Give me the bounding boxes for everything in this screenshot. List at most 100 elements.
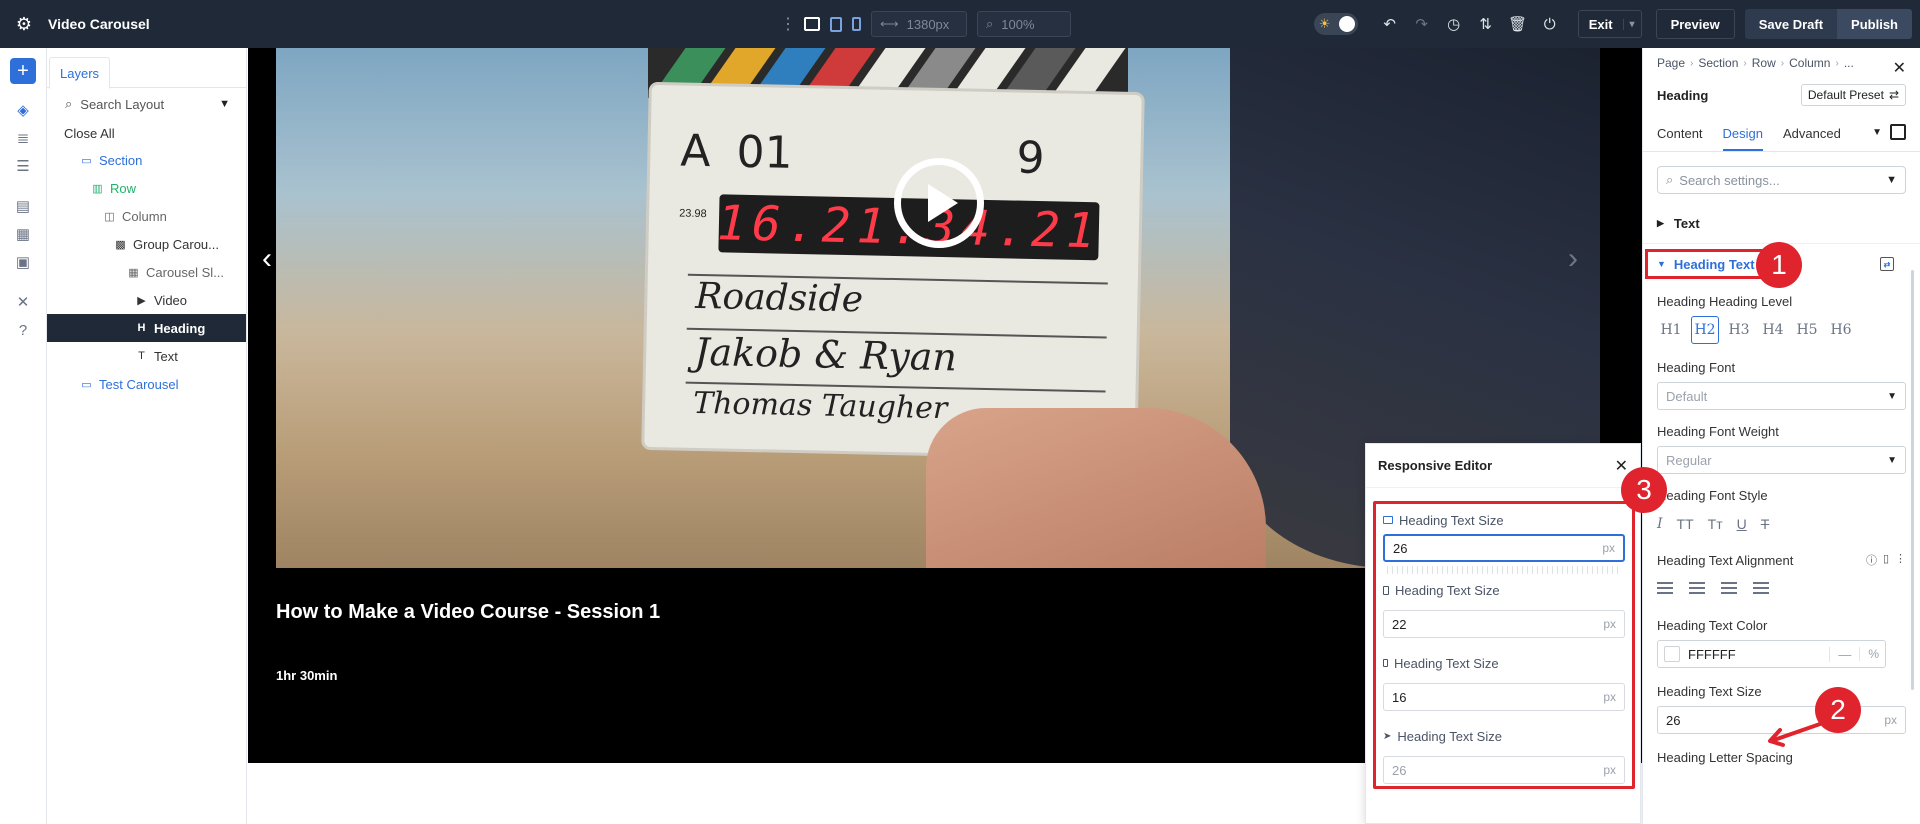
publish-button[interactable]: Publish bbox=[1837, 9, 1912, 39]
add-plus-icon[interactable]: + bbox=[10, 58, 36, 84]
heading-level-h1[interactable]: H1 bbox=[1657, 316, 1685, 344]
canvas-width-field[interactable]: ⟷ 1380px bbox=[871, 11, 967, 37]
carousel-next-icon[interactable]: › bbox=[1568, 242, 1578, 276]
annotation-badge-1: 1 bbox=[1756, 242, 1802, 288]
close-all-link[interactable]: Close All bbox=[47, 120, 246, 146]
tabs-more-icon[interactable]: ▼ bbox=[1872, 127, 1882, 138]
tab-layers[interactable]: Layers bbox=[49, 57, 111, 89]
heading-font-label: Heading Font bbox=[1657, 360, 1736, 375]
redo-icon[interactable]: ↷ bbox=[1406, 15, 1438, 33]
filter-icon[interactable]: ▼ bbox=[1886, 174, 1897, 186]
theme-builder-icon[interactable]: ▦ bbox=[10, 220, 36, 248]
tab-design[interactable]: Design bbox=[1722, 126, 1764, 151]
heading-level-h4[interactable]: H4 bbox=[1759, 316, 1787, 344]
responsive-icon[interactable]: ▯ bbox=[1883, 552, 1889, 568]
phone-size-input[interactable]: 16 px bbox=[1383, 683, 1625, 711]
settings-search-input[interactable]: Search settings... bbox=[1679, 173, 1779, 188]
help-icon[interactable]: ? bbox=[10, 316, 36, 344]
layer-text[interactable]: T Text bbox=[47, 342, 246, 370]
undo-icon[interactable]: ↶ bbox=[1374, 15, 1406, 33]
tablet-size-input[interactable]: 22 px bbox=[1383, 610, 1625, 638]
tab-advanced[interactable]: Advanced bbox=[1783, 126, 1841, 151]
color-swatch[interactable] bbox=[1664, 646, 1680, 662]
sort-icon[interactable]: ⇅ bbox=[1470, 15, 1502, 33]
align-justify-icon[interactable] bbox=[1753, 582, 1769, 594]
row-icon: ▥ bbox=[92, 182, 103, 195]
settings-search[interactable]: ⌕ Search settings... ▼ bbox=[1657, 166, 1906, 194]
close-icon[interactable]: ✕ bbox=[1615, 456, 1628, 476]
play-icon[interactable] bbox=[894, 158, 984, 248]
power-icon[interactable]: ⏻ bbox=[1534, 16, 1566, 33]
info-icon[interactable]: ⓘ bbox=[1866, 552, 1877, 568]
layer-column[interactable]: ◫ Column bbox=[47, 202, 246, 230]
structure-icon[interactable]: ☰ bbox=[10, 152, 36, 180]
breadcrumb-page[interactable]: Page bbox=[1657, 56, 1685, 70]
layer-row[interactable]: ▥ Row bbox=[47, 174, 246, 202]
settings-gear-icon[interactable]: ⚙ bbox=[0, 0, 48, 48]
heading-level-h5[interactable]: H5 bbox=[1793, 316, 1821, 344]
chevron-down-icon: ▼ bbox=[1887, 390, 1897, 402]
heading-level-h3[interactable]: H3 bbox=[1725, 316, 1753, 344]
align-center-icon[interactable] bbox=[1689, 582, 1705, 594]
exit-dropdown-icon[interactable]: ▾ bbox=[1622, 18, 1641, 30]
tools-icon[interactable]: ✕ bbox=[10, 288, 36, 316]
preview-button[interactable]: Preview bbox=[1655, 9, 1735, 39]
filter-icon[interactable]: ▼ bbox=[219, 98, 230, 110]
desktop-size-input[interactable]: 26 px bbox=[1383, 534, 1625, 562]
layer-test-carousel[interactable]: ▭ Test Carousel bbox=[47, 370, 246, 398]
more-options-icon[interactable]: ⋮ bbox=[1895, 552, 1906, 568]
hover-size-input[interactable]: 26 px bbox=[1383, 756, 1625, 784]
group-options-icon[interactable]: ⇄ bbox=[1880, 257, 1894, 271]
drag-handle-icon[interactable]: ⋮ bbox=[780, 14, 796, 34]
size-slider[interactable] bbox=[1387, 566, 1621, 574]
square-icon[interactable] bbox=[1890, 124, 1906, 140]
heading-font-select[interactable]: Default ▼ bbox=[1657, 382, 1906, 410]
zoom-field[interactable]: ⌕ 100% bbox=[977, 11, 1071, 37]
heading-font-weight-select[interactable]: Regular ▼ bbox=[1657, 446, 1906, 474]
slide-text[interactable]: 1hr 30min bbox=[276, 668, 337, 683]
breadcrumb-section[interactable]: Section bbox=[1698, 56, 1738, 70]
layer-section[interactable]: ▭ Section bbox=[47, 146, 246, 174]
database-icon[interactable]: ≣ bbox=[10, 124, 36, 152]
save-draft-button[interactable]: Save Draft bbox=[1744, 9, 1838, 39]
heading-text-color-field[interactable]: FFFFFF — % bbox=[1657, 640, 1886, 668]
heading-level-h6[interactable]: H6 bbox=[1827, 316, 1855, 344]
width-arrows-icon: ⟷ bbox=[880, 16, 899, 31]
layer-heading[interactable]: H Heading bbox=[47, 314, 246, 342]
page-settings-icon[interactable]: ▤ bbox=[10, 192, 36, 220]
library-icon[interactable]: ▣ bbox=[10, 248, 36, 276]
layer-group-carousel[interactable]: ▩ Group Carou... bbox=[47, 230, 246, 258]
viewport-controls: ⋮ ⟷ 1380px ⌕ 100% bbox=[780, 0, 1071, 48]
breadcrumb-column[interactable]: Column bbox=[1789, 56, 1830, 70]
layers-search-input[interactable]: Search Layout bbox=[80, 97, 211, 112]
preset-dropdown[interactable]: Default Preset ⇄ bbox=[1800, 84, 1906, 106]
align-right-icon[interactable] bbox=[1721, 582, 1737, 594]
heading-level-h2[interactable]: H2 bbox=[1691, 316, 1719, 344]
capitalize-icon[interactable]: Tт bbox=[1708, 516, 1723, 532]
close-icon[interactable]: ✕ bbox=[1893, 58, 1906, 78]
layer-carousel-slide[interactable]: ▦ Carousel Sl... bbox=[47, 258, 246, 286]
tablet-view-icon[interactable] bbox=[830, 16, 842, 32]
align-left-icon[interactable] bbox=[1657, 582, 1673, 594]
phone-view-icon[interactable] bbox=[852, 17, 861, 31]
breadcrumb-more[interactable]: ... bbox=[1844, 56, 1854, 70]
desktop-view-icon[interactable] bbox=[804, 17, 820, 31]
carousel-prev-icon[interactable]: ‹ bbox=[262, 242, 272, 276]
layers-search[interactable]: ⌕ Search Layout ▼ bbox=[47, 88, 246, 120]
strikethrough-icon[interactable]: T bbox=[1761, 516, 1770, 532]
tab-content[interactable]: Content bbox=[1657, 126, 1703, 151]
underline-icon[interactable]: U bbox=[1737, 516, 1747, 532]
exit-button[interactable]: Exit ▾ bbox=[1577, 10, 1642, 38]
layers-panel: Layers ⌕ Search Layout ▼ Close All ▭ Sec… bbox=[47, 48, 247, 824]
uppercase-icon[interactable]: TT bbox=[1677, 516, 1694, 532]
group-text[interactable]: ▶ Text bbox=[1643, 204, 1920, 244]
slide-heading[interactable]: How to Make a Video Course - Session 1 bbox=[276, 601, 660, 624]
theme-toggle[interactable]: ☀ bbox=[1313, 13, 1358, 35]
breadcrumb-row[interactable]: Row bbox=[1752, 56, 1776, 70]
settings-scrollbar[interactable] bbox=[1911, 270, 1914, 690]
layers-icon[interactable]: ◈ bbox=[10, 96, 36, 124]
trash-icon[interactable]: 🗑 bbox=[1502, 15, 1534, 33]
history-icon[interactable]: ◷ bbox=[1438, 15, 1470, 33]
layer-video[interactable]: ▶ Video bbox=[47, 286, 246, 314]
italic-icon[interactable]: I bbox=[1657, 516, 1663, 532]
